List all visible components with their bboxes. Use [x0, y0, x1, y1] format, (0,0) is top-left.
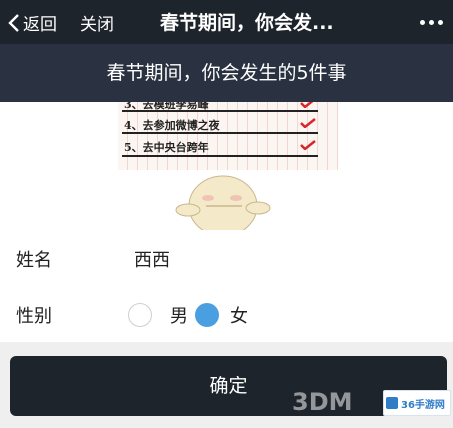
chevron-left-icon [8, 13, 19, 32]
radio-female[interactable] [195, 303, 219, 327]
list-item: 5、去中央台跨年 [124, 141, 209, 154]
illustration-area: 3、去模班李易峰 4、去参加微博之夜 5、去中央台跨年 [0, 102, 453, 230]
name-row: 姓名 西西 [0, 230, 453, 287]
radio-male-label[interactable]: 男 [170, 302, 188, 328]
name-field[interactable]: 西西 [134, 246, 170, 272]
site-logo-icon [386, 397, 398, 409]
check-icon [300, 102, 314, 108]
page-title: 春节期间，你会发... [160, 12, 334, 34]
check-icon [300, 118, 316, 128]
more-options-icon[interactable] [420, 20, 443, 25]
back-label: 返回 [23, 15, 57, 35]
watermark-36-text: 36手游网 [401, 399, 445, 411]
back-button[interactable]: 返回 [8, 10, 57, 35]
watermark-3dm: 3DM [292, 388, 353, 416]
gender-label: 性别 [16, 306, 52, 327]
list-item: 4、去参加微博之夜 [124, 119, 220, 132]
close-button[interactable]: 关闭 [80, 10, 114, 35]
subtitle-banner: 春节期间，你会发生的5件事 [0, 44, 453, 102]
top-nav-bar: 返回 关闭 春节期间，你会发... [0, 0, 453, 44]
mascot-icon [175, 175, 271, 230]
name-label: 姓名 [16, 250, 52, 271]
radio-female-label[interactable]: 女 [230, 302, 248, 328]
radio-male[interactable] [128, 303, 152, 327]
check-icon [300, 140, 316, 150]
confirm-button[interactable]: 确定 [10, 356, 447, 416]
gender-row: 性别 男 女 [0, 286, 453, 342]
notebook-paper: 3、去模班李易峰 4、去参加微博之夜 5、去中央台跨年 [118, 102, 338, 170]
watermark-36: 36手游网 [383, 390, 451, 416]
